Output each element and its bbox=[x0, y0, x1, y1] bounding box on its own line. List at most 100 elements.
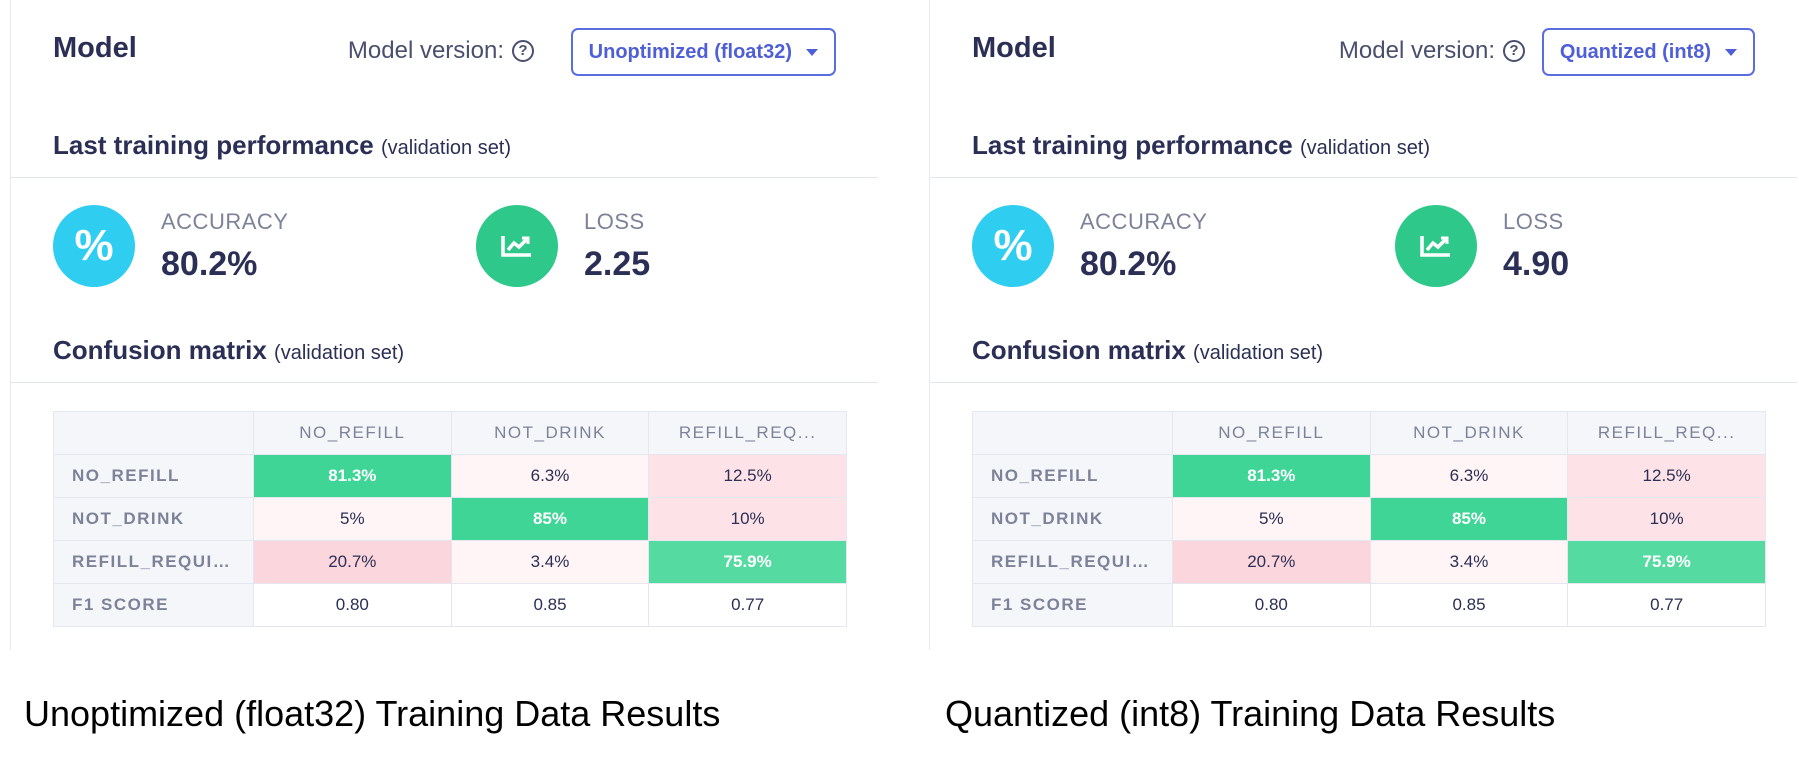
caret-down-icon bbox=[806, 48, 818, 56]
column-header: REFILL_REQ... bbox=[1567, 411, 1766, 455]
table-row: REFILL_REQUIR... 20.7% 3.4% 75.9% bbox=[53, 540, 847, 584]
table-row: NO_REFILL 81.3% 6.3% 12.5% bbox=[972, 454, 1766, 498]
table-cell: 12.5% bbox=[1567, 454, 1766, 498]
row-header: F1 SCORE bbox=[972, 583, 1173, 627]
model-title: Model bbox=[53, 32, 137, 64]
corner-cell bbox=[972, 411, 1173, 455]
accuracy-value: 80.2% bbox=[1080, 244, 1177, 283]
divider bbox=[11, 382, 878, 383]
table-cell: 81.3% bbox=[253, 454, 452, 498]
row-header: NOT_DRINK bbox=[53, 497, 254, 541]
perf-title: Last training performance bbox=[972, 130, 1293, 160]
table-row: F1 SCORE 0.80 0.85 0.77 bbox=[53, 583, 847, 627]
column-header: REFILL_REQ... bbox=[648, 411, 847, 455]
table-cell: 0.77 bbox=[648, 583, 847, 627]
table-cell: 0.85 bbox=[1369, 583, 1569, 627]
cm-title: Confusion matrix bbox=[972, 335, 1186, 365]
confusion-matrix-table: NO_REFILL NOT_DRINK REFILL_REQ... NO_REF… bbox=[972, 411, 1766, 627]
percent-icon: % bbox=[972, 205, 1054, 287]
perf-title: Last training performance bbox=[53, 130, 374, 160]
cm-title: Confusion matrix bbox=[53, 335, 267, 365]
confusion-matrix-heading: Confusion matrix (validation set) bbox=[53, 335, 404, 366]
table-cell: 3.4% bbox=[450, 540, 650, 584]
row-header: REFILL_REQUIR... bbox=[53, 540, 254, 584]
perf-subtitle: (validation set) bbox=[1299, 137, 1431, 159]
model-panel-quantized: Model Model version: ? Quantized (int8) … bbox=[929, 0, 1797, 650]
table-header-row: NO_REFILL NOT_DRINK REFILL_REQ... bbox=[53, 411, 847, 455]
cm-subtitle: (validation set) bbox=[274, 342, 405, 364]
model-version-selected: Unoptimized (float32) bbox=[588, 40, 792, 63]
model-version-label: Model version: ? bbox=[1339, 37, 1525, 65]
table-cell: 0.80 bbox=[1172, 583, 1371, 627]
accuracy-metric: % ACCURACY 80.2% bbox=[972, 205, 1207, 287]
model-title: Model bbox=[972, 32, 1056, 64]
trend-chart-icon bbox=[1395, 205, 1477, 287]
divider bbox=[930, 177, 1797, 178]
table-cell: 6.3% bbox=[450, 454, 650, 498]
table-row: NOT_DRINK 5% 85% 10% bbox=[53, 497, 847, 541]
loss-value: 4.90 bbox=[1503, 244, 1570, 283]
model-panel-unoptimized: Model Model version: ? Unoptimized (floa… bbox=[10, 0, 878, 650]
column-header: NOT_DRINK bbox=[1369, 411, 1569, 455]
row-header: F1 SCORE bbox=[53, 583, 254, 627]
column-header: NO_REFILL bbox=[1172, 411, 1371, 455]
table-cell: 20.7% bbox=[253, 540, 452, 584]
loss-value: 2.25 bbox=[584, 244, 651, 283]
table-cell: 10% bbox=[648, 497, 847, 541]
table-cell: 12.5% bbox=[648, 454, 847, 498]
accuracy-value: 80.2% bbox=[161, 244, 258, 283]
divider bbox=[930, 382, 1797, 383]
row-header: NO_REFILL bbox=[53, 454, 254, 498]
question-circle-icon[interactable]: ? bbox=[512, 40, 534, 62]
last-training-performance-heading: Last training performance (validation se… bbox=[53, 130, 511, 161]
divider bbox=[11, 177, 878, 178]
table-cell: 0.85 bbox=[450, 583, 650, 627]
caption-quantized: Quantized (int8) Training Data Results bbox=[945, 693, 1556, 734]
table-cell: 75.9% bbox=[1567, 540, 1766, 584]
trend-chart-icon bbox=[476, 205, 558, 287]
table-header-row: NO_REFILL NOT_DRINK REFILL_REQ... bbox=[972, 411, 1766, 455]
model-version-selected: Quantized (int8) bbox=[1559, 40, 1711, 63]
question-circle-icon[interactable]: ? bbox=[1503, 40, 1525, 62]
column-header: NO_REFILL bbox=[253, 411, 452, 455]
table-cell: 5% bbox=[253, 497, 452, 541]
table-row: REFILL_REQUIR... 20.7% 3.4% 75.9% bbox=[972, 540, 1766, 584]
percent-icon: % bbox=[53, 205, 135, 287]
row-header: NO_REFILL bbox=[972, 454, 1173, 498]
loss-label: LOSS bbox=[1503, 208, 1564, 234]
model-version-label: Model version: ? bbox=[348, 37, 534, 65]
confusion-matrix-table: NO_REFILL NOT_DRINK REFILL_REQ... NO_REF… bbox=[53, 411, 847, 627]
table-cell: 20.7% bbox=[1172, 540, 1371, 584]
corner-cell bbox=[53, 411, 254, 455]
table-cell: 5% bbox=[1172, 497, 1371, 541]
accuracy-metric: % ACCURACY 80.2% bbox=[53, 205, 288, 287]
caption-unoptimized: Unoptimized (float32) Training Data Resu… bbox=[24, 693, 721, 734]
cm-subtitle: (validation set) bbox=[1193, 342, 1324, 364]
confusion-matrix-heading: Confusion matrix (validation set) bbox=[972, 335, 1323, 366]
perf-subtitle: (validation set) bbox=[380, 137, 512, 159]
loss-label: LOSS bbox=[584, 208, 645, 234]
table-cell: 0.77 bbox=[1567, 583, 1766, 627]
table-cell: 0.80 bbox=[253, 583, 452, 627]
last-training-performance-heading: Last training performance (validation se… bbox=[972, 130, 1430, 161]
caret-down-icon bbox=[1725, 48, 1737, 56]
model-version-dropdown[interactable]: Unoptimized (float32) bbox=[570, 28, 836, 76]
table-row: NO_REFILL 81.3% 6.3% 12.5% bbox=[53, 454, 847, 498]
table-cell: 75.9% bbox=[648, 540, 847, 584]
row-header: REFILL_REQUIR... bbox=[972, 540, 1173, 584]
loss-metric: LOSS 2.25 bbox=[476, 205, 650, 287]
table-row: NOT_DRINK 5% 85% 10% bbox=[972, 497, 1766, 541]
accuracy-label: ACCURACY bbox=[1080, 208, 1208, 234]
table-cell: 6.3% bbox=[1369, 454, 1569, 498]
accuracy-label: ACCURACY bbox=[161, 208, 289, 234]
table-cell: 10% bbox=[1567, 497, 1766, 541]
model-version-text: Model version: bbox=[1338, 37, 1495, 64]
table-cell: 85% bbox=[450, 497, 650, 541]
model-version-text: Model version: bbox=[347, 37, 504, 64]
table-row: F1 SCORE 0.80 0.85 0.77 bbox=[972, 583, 1766, 627]
column-header: NOT_DRINK bbox=[450, 411, 650, 455]
row-header: NOT_DRINK bbox=[972, 497, 1173, 541]
table-cell: 85% bbox=[1369, 497, 1569, 541]
table-cell: 81.3% bbox=[1172, 454, 1371, 498]
model-version-dropdown[interactable]: Quantized (int8) bbox=[1541, 28, 1755, 76]
